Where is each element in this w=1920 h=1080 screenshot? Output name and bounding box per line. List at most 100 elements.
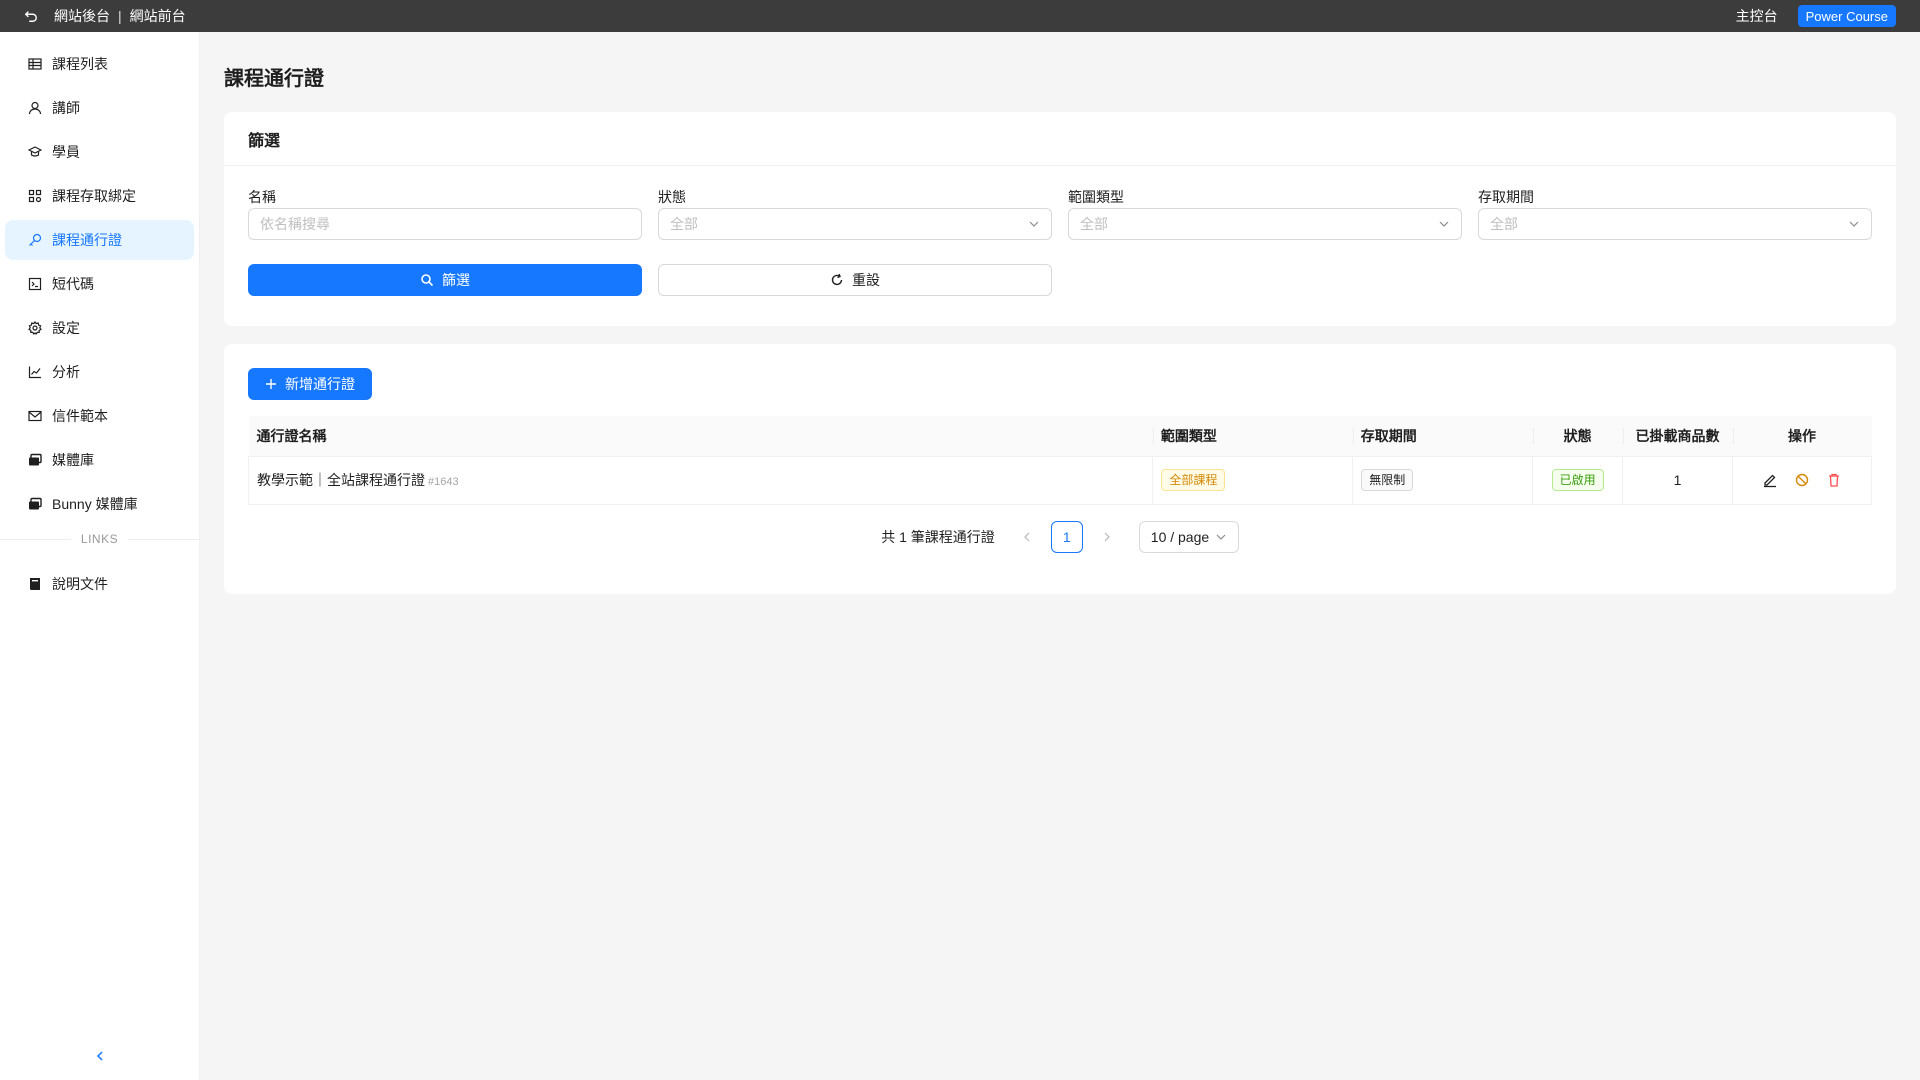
sidebar-item-label: 短代碼 bbox=[52, 276, 94, 292]
book-icon bbox=[29, 578, 40, 590]
sidebar-item-media-library[interactable]: 媒體庫 bbox=[5, 440, 194, 480]
links-label: LINKS bbox=[80, 532, 119, 546]
chevron-down-icon bbox=[1029, 221, 1039, 227]
collapse-sidebar-chevron-left-icon[interactable] bbox=[92, 1048, 108, 1064]
period-select[interactable]: 全部 bbox=[1478, 208, 1872, 240]
page-size-select[interactable]: 10 / page bbox=[1138, 520, 1239, 553]
scope-tag: 全部課程 bbox=[1161, 469, 1226, 491]
power-course-button[interactable]: Power Course bbox=[1797, 5, 1896, 27]
period-select-value: 全部 bbox=[1490, 216, 1518, 232]
col-header-actions: 操作 bbox=[1732, 416, 1872, 457]
mail-icon bbox=[28, 410, 42, 422]
product-count-cell: 1 bbox=[1622, 456, 1733, 505]
reload-icon bbox=[831, 273, 843, 286]
sidebar-item-label: 設定 bbox=[52, 320, 80, 336]
sidebar-item-docs[interactable]: 說明文件 bbox=[5, 564, 194, 604]
key-icon bbox=[29, 233, 42, 246]
sidebar-item-label: Bunny 媒體庫 bbox=[52, 496, 138, 512]
page-number-1[interactable]: 1 bbox=[1050, 520, 1083, 553]
sidebar-item-settings[interactable]: 設定 bbox=[5, 308, 194, 348]
filter-submit-button[interactable]: 篩選 bbox=[248, 264, 642, 296]
status-badge: 已啟用 bbox=[1551, 469, 1604, 491]
site-backend-link[interactable]: 網站後台 bbox=[54, 6, 110, 26]
graduation-cap-icon bbox=[28, 146, 42, 157]
sidebar-item-students[interactable]: 學員 bbox=[5, 132, 194, 172]
col-header-name[interactable]: 通行證名稱 bbox=[248, 416, 1153, 457]
sidebar: 課程列表 講師 學員 課程存取綁定 課程通行證 短代碼 設定 分析 信件範本 媒… bbox=[0, 32, 200, 1080]
filter-title: 篩選 bbox=[224, 112, 1896, 166]
page-size-value: 10 / page bbox=[1150, 528, 1210, 545]
next-page-chevron-right-icon[interactable] bbox=[1091, 521, 1123, 553]
search-icon bbox=[421, 274, 434, 287]
line-chart-icon bbox=[28, 366, 41, 379]
filter-card: 篩選 名稱 狀態 全部 範圍類型 全部 bbox=[224, 112, 1896, 326]
edit-icon[interactable] bbox=[1762, 472, 1778, 488]
period-tag: 無限制 bbox=[1361, 469, 1414, 491]
name-search-input[interactable] bbox=[248, 208, 642, 240]
pagination-total: 共 1 筆課程通行證 bbox=[881, 528, 995, 545]
status-select-value: 全部 bbox=[670, 216, 698, 232]
scope-label: 範圍類型 bbox=[1068, 189, 1124, 205]
table-icon bbox=[28, 58, 42, 70]
back-arrow-icon[interactable] bbox=[24, 8, 40, 24]
admin-topbar: 網站後台 | 網站前台 主控台 Power Course bbox=[0, 0, 1920, 32]
col-header-scope[interactable]: 範圍類型 bbox=[1152, 416, 1353, 457]
user-icon bbox=[28, 101, 42, 115]
table-row: 教學示範｜全站課程通行證 #1643 全部課程 無限制 已啟用 1 bbox=[247, 456, 1872, 505]
pass-name[interactable]: 教學示範｜全站課程通行證 bbox=[257, 472, 425, 488]
scope-field: 範圍類型 全部 bbox=[1068, 188, 1462, 240]
sidebar-item-shortcodes[interactable]: 短代碼 bbox=[5, 264, 194, 304]
col-header-status[interactable]: 狀態 bbox=[1532, 416, 1623, 457]
pagination: 共 1 筆課程通行證 1 10 / page bbox=[248, 520, 1872, 553]
images-icon bbox=[29, 497, 42, 510]
status-select[interactable]: 全部 bbox=[658, 208, 1052, 240]
sidebar-item-courses[interactable]: 課程列表 bbox=[5, 44, 194, 84]
filter-submit-label: 篩選 bbox=[442, 272, 470, 288]
col-header-product-count[interactable]: 已掛載商品數 bbox=[1622, 416, 1733, 457]
prev-page-chevron-left-icon[interactable] bbox=[1011, 521, 1043, 553]
sidebar-item-teachers[interactable]: 講師 bbox=[5, 88, 194, 128]
sidebar-item-analytics[interactable]: 分析 bbox=[5, 352, 194, 392]
sidebar-item-label: 學員 bbox=[52, 144, 80, 160]
table-header-row: 通行證名稱 範圍類型 存取期間 狀態 已掛載商品數 操作 bbox=[248, 416, 1872, 457]
status-field: 狀態 全部 bbox=[658, 188, 1052, 240]
site-frontend-link[interactable]: 網站前台 bbox=[130, 6, 186, 26]
pass-table-card: 新增通行證 通行證名稱 範圍類型 存取期間 狀態 已掛載商品數 操作 教學示範｜… bbox=[224, 344, 1896, 594]
breadcrumb-separator: | bbox=[118, 8, 122, 24]
col-header-period[interactable]: 存取期間 bbox=[1352, 416, 1533, 457]
images-icon bbox=[29, 453, 42, 466]
reset-button[interactable]: 重設 bbox=[658, 264, 1052, 296]
delete-icon[interactable] bbox=[1826, 472, 1842, 488]
pass-id: #1643 bbox=[428, 476, 459, 488]
chevron-down-icon bbox=[1439, 221, 1449, 227]
sidebar-item-course-access[interactable]: 課程存取綁定 bbox=[5, 176, 194, 216]
sidebar-item-email-templates[interactable]: 信件範本 bbox=[5, 396, 194, 436]
page-title: 課程通行證 bbox=[224, 68, 324, 90]
plus-icon bbox=[266, 379, 276, 389]
add-pass-button[interactable]: 新增通行證 bbox=[248, 368, 372, 400]
sidebar-item-label: 課程通行證 bbox=[52, 232, 122, 248]
main-content: 課程通行證 篩選 名稱 狀態 全部 範圍類型 bbox=[224, 32, 1896, 594]
scope-select[interactable]: 全部 bbox=[1068, 208, 1462, 240]
pass-name-cell: 教學示範｜全站課程通行證 #1643 bbox=[247, 456, 1154, 505]
name-label: 名稱 bbox=[248, 189, 276, 205]
period-cell: 無限制 bbox=[1352, 456, 1534, 505]
dashboard-link[interactable]: 主控台 bbox=[1736, 6, 1778, 26]
code-icon bbox=[28, 277, 42, 291]
pass-table: 通行證名稱 範圍類型 存取期間 狀態 已掛載商品數 操作 教學示範｜全站課程通行… bbox=[247, 416, 1872, 505]
sidebar-item-label: 講師 bbox=[52, 100, 80, 116]
sidebar-item-label: 說明文件 bbox=[52, 576, 108, 592]
name-field: 名稱 bbox=[248, 188, 642, 240]
status-label: 狀態 bbox=[658, 189, 686, 205]
sidebar-item-label: 信件範本 bbox=[52, 408, 108, 424]
disable-icon[interactable] bbox=[1794, 472, 1810, 488]
sidebar-item-course-pass[interactable]: 課程通行證 bbox=[5, 220, 194, 260]
sidebar-item-label: 課程列表 bbox=[52, 56, 108, 72]
sidebar-item-label: 媒體庫 bbox=[52, 452, 94, 468]
scope-cell: 全部課程 bbox=[1152, 456, 1354, 505]
sidebar-item-label: 課程存取綁定 bbox=[52, 188, 136, 204]
sidebar-item-bunny-media[interactable]: Bunny 媒體庫 bbox=[5, 484, 194, 524]
sidebar-nav: 課程列表 講師 學員 課程存取綁定 課程通行證 短代碼 設定 分析 信件範本 媒… bbox=[0, 32, 199, 524]
status-cell: 已啟用 bbox=[1532, 456, 1624, 505]
gear-icon bbox=[28, 321, 42, 335]
